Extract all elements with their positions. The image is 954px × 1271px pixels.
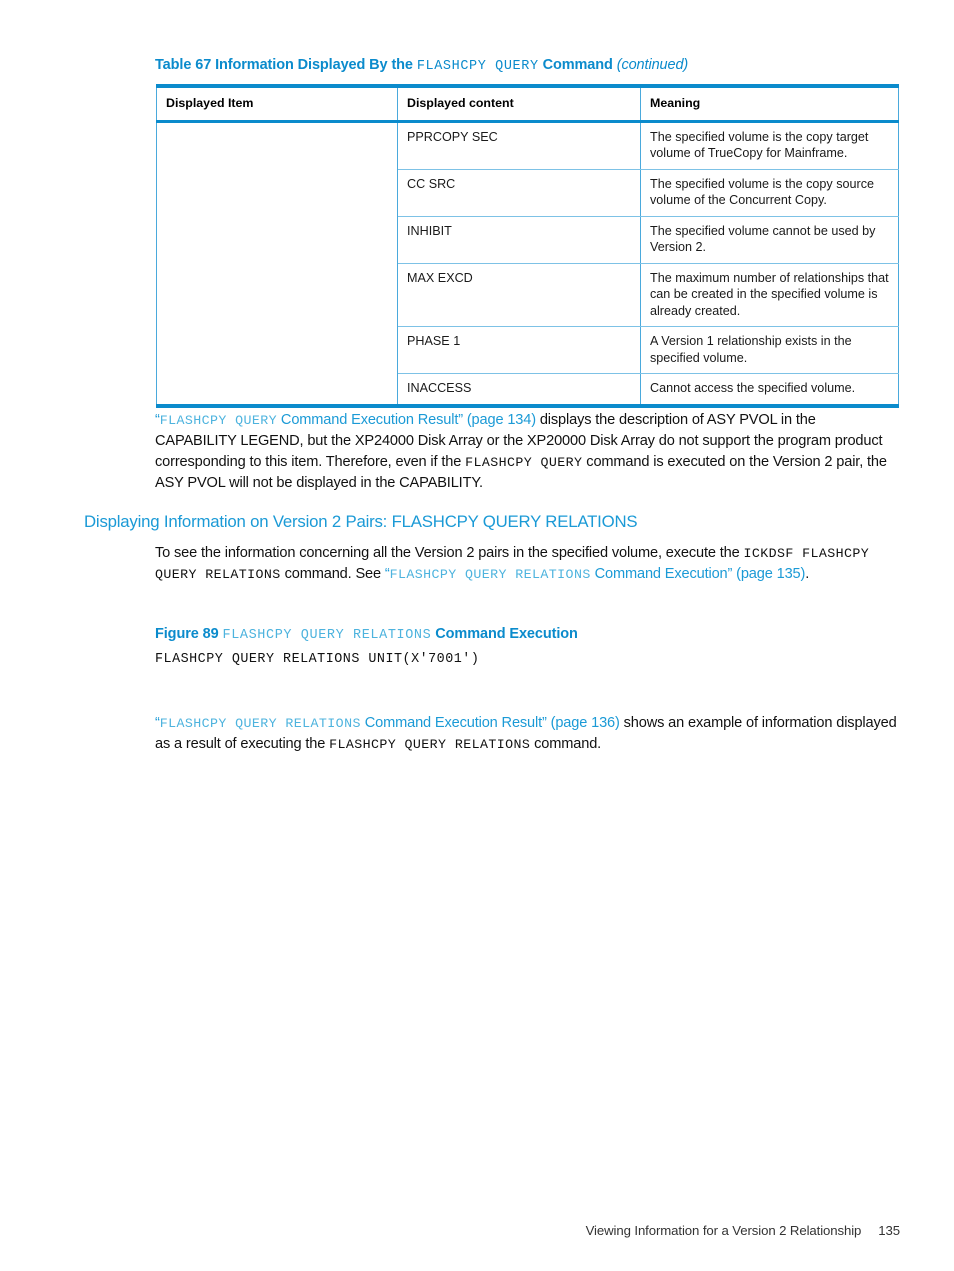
cell-displayed-content: CC SRC — [397, 168, 641, 217]
paragraph-intro: To see the information concerning all th… — [155, 543, 900, 585]
figure-caption-suffix: Command Execution — [431, 626, 578, 642]
cross-reference-link-134[interactable]: “FLASHCPY QUERY Command Execution Result… — [155, 412, 536, 428]
cell-displayed-content: PHASE 1 — [397, 326, 641, 374]
paragraph-body-end: . — [805, 566, 810, 582]
cell-meaning: The specified volume is the copy source … — [640, 168, 899, 217]
table-caption-command: FLASHCPY QUERY — [416, 59, 539, 74]
paragraph-body-mid: command. See — [280, 566, 385, 582]
paragraph-body-end: command. — [530, 736, 602, 752]
link-command-text: FLASHCPY QUERY — [159, 413, 278, 428]
link-command-text: FLASHCPY QUERY RELATIONS — [389, 567, 591, 582]
inline-command-flashcpy-query-relations: FLASHCPY QUERY RELATIONS — [329, 737, 531, 752]
footer-chapter-title: Viewing Information for a Version 2 Rela… — [585, 1223, 862, 1238]
figure-caption-command: FLASHCPY QUERY RELATIONS — [222, 628, 432, 643]
paragraph-body-start: To see the information concerning all th… — [155, 545, 744, 561]
table-caption-continued: (continued) — [616, 57, 689, 73]
cross-reference-link-135[interactable]: “FLASHCPY QUERY RELATIONS Command Execut… — [385, 566, 806, 582]
cell-displayed-content: INHIBIT — [397, 215, 641, 264]
table-row: PPRCOPY SEC The specified volume is the … — [156, 120, 899, 408]
table-header-row: Displayed Item Displayed content Meaning — [156, 84, 899, 123]
cell-meaning: The maximum number of relationships that… — [640, 262, 899, 327]
link-label: Command Execution” (page 135) — [590, 566, 806, 582]
merged-displayed-item-cell — [156, 121, 398, 408]
information-table-wrapper: Displayed Item Displayed content Meaning… — [156, 84, 899, 408]
table-body: PPRCOPY SEC The specified volume is the … — [156, 120, 899, 408]
cross-reference-link-136[interactable]: “FLASHCPY QUERY RELATIONS Command Execut… — [155, 715, 620, 731]
information-table: Displayed Item Displayed content Meaning… — [156, 84, 899, 408]
cell-meaning: The specified volume cannot be used by V… — [640, 215, 899, 264]
link-label: Command Execution Result” (page 136) — [360, 715, 620, 731]
paragraph-result: “FLASHCPY QUERY RELATIONS Command Execut… — [155, 713, 900, 755]
link-command-text: FLASHCPY QUERY RELATIONS — [159, 716, 361, 731]
figure-caption-prefix: Figure 89 — [155, 626, 223, 642]
column-header-displayed-item: Displayed Item — [156, 84, 398, 123]
link-label: Command Execution Result” (page 134) — [277, 412, 536, 428]
cell-displayed-content: MAX EXCD — [397, 262, 641, 327]
table-caption: Table 67 Information Displayed By the FL… — [155, 55, 900, 77]
column-header-displayed-content: Displayed content — [397, 84, 641, 123]
cell-displayed-content: INACCESS — [397, 373, 641, 408]
footer-page-number: 135 — [878, 1223, 900, 1238]
table-caption-prefix: Table 67 Information Displayed By the — [155, 57, 417, 73]
cell-displayed-content: PPRCOPY SEC — [397, 120, 641, 170]
command-example-code: FLASHCPY QUERY RELATIONS UNIT(X'7001') — [155, 652, 480, 667]
cell-meaning: Cannot access the specified volume. — [640, 373, 899, 408]
page-footer: Viewing Information for a Version 2 Rela… — [155, 1222, 901, 1240]
document-page: Table 67 Information Displayed By the FL… — [0, 0, 954, 1271]
column-header-meaning: Meaning — [640, 84, 899, 123]
table-caption-suffix: Command — [538, 57, 617, 73]
cell-meaning: A Version 1 relationship exists in the s… — [640, 326, 899, 374]
table-header: Displayed Item Displayed content Meaning — [156, 84, 899, 123]
paragraph-asy-pvol: “FLASHCPY QUERY Command Execution Result… — [155, 410, 900, 494]
section-heading: Displaying Information on Version 2 Pair… — [84, 512, 638, 531]
figure-caption: Figure 89 FLASHCPY QUERY RELATIONS Comma… — [155, 624, 900, 646]
cell-meaning: The specified volume is the copy target … — [640, 120, 899, 170]
inline-command-flashcpy-query: FLASHCPY QUERY — [465, 455, 583, 470]
